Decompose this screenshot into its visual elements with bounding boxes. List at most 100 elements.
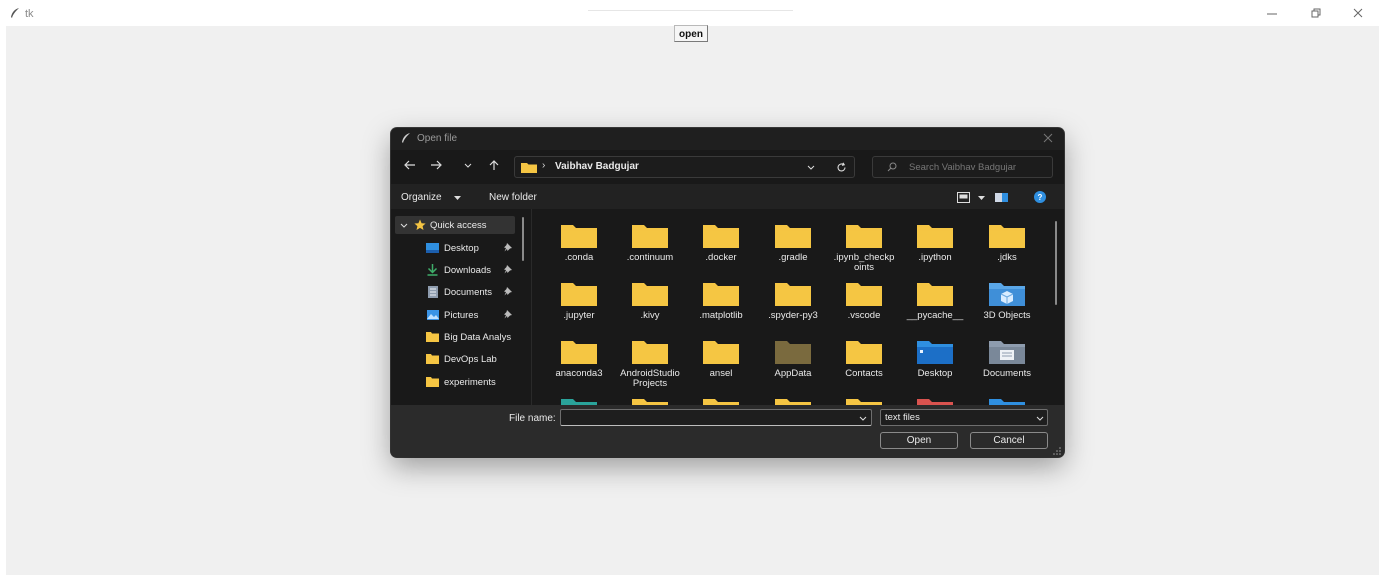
navigation-pane: Quick access Desktop Downloads Documents… [391, 209, 529, 405]
close-icon [1353, 8, 1363, 18]
file-item[interactable]: .docker [688, 223, 754, 263]
file-item-partial[interactable] [902, 397, 968, 405]
file-item[interactable]: .ipynb_checkpoints [831, 223, 897, 273]
organize-menu[interactable]: Organize [401, 192, 442, 203]
file-item[interactable]: .continuum [617, 223, 683, 263]
nav-label: Big Data Analys [444, 332, 512, 343]
chevron-down-icon[interactable] [400, 223, 408, 228]
nav-label: Desktop [444, 243, 479, 254]
chevron-down-icon[interactable] [978, 196, 985, 200]
nav-item-documents[interactable]: Documents [391, 283, 517, 301]
nav-item-devops-lab[interactable]: DevOps Lab [391, 350, 517, 368]
nav-item-big-data[interactable]: Big Data Analys [391, 328, 517, 346]
refresh-icon[interactable] [836, 162, 847, 173]
file-item[interactable]: AppData [760, 339, 826, 379]
folder-icon [426, 354, 439, 364]
nav-item-desktop[interactable]: Desktop [391, 239, 517, 257]
file-item[interactable]: AndroidStudioProjects [617, 339, 683, 389]
file-item[interactable]: .kivy [617, 281, 683, 321]
nav-item-pictures[interactable]: Pictures [391, 306, 517, 324]
star-icon [414, 219, 426, 230]
file-item[interactable]: .spyder-py3 [760, 281, 826, 321]
file-item-partial[interactable] [617, 397, 683, 405]
file-item-partial[interactable] [831, 397, 897, 405]
breadcrumb-separator: › [542, 160, 546, 171]
file-name: .spyder-py3 [768, 310, 818, 321]
file-item[interactable]: .jdks [974, 223, 1040, 263]
cancel-button[interactable]: Cancel [970, 432, 1048, 449]
up-arrow-icon[interactable] [489, 160, 499, 171]
file-name: .jupyter [563, 310, 595, 321]
pin-icon[interactable] [504, 243, 512, 252]
pin-icon[interactable] [504, 310, 512, 319]
file-item[interactable]: __pycache__ [902, 281, 968, 321]
file-name: anaconda3 [555, 368, 603, 379]
file-item[interactable]: 3D Objects [974, 281, 1040, 321]
nav-item-experiments[interactable]: experiments [391, 373, 517, 391]
open-file-button[interactable]: Open [880, 432, 958, 449]
close-icon[interactable] [1043, 133, 1053, 143]
nav-item-downloads[interactable]: Downloads [391, 261, 517, 279]
chevron-down-icon[interactable] [859, 416, 867, 421]
close-button[interactable] [1344, 4, 1372, 22]
folder-icon [632, 283, 668, 306]
file-item-partial[interactable] [974, 397, 1040, 405]
folder-icon [775, 399, 811, 405]
file-type-select[interactable]: text files [880, 409, 1048, 426]
file-item-partial[interactable] [688, 397, 754, 405]
open-button[interactable]: open [674, 25, 708, 42]
folder-icon [426, 377, 439, 387]
file-item[interactable]: ansel [688, 339, 754, 379]
file-item[interactable]: .matplotlib [688, 281, 754, 321]
file-name-input[interactable] [560, 409, 872, 426]
folder-icon [917, 283, 953, 306]
search-box[interactable]: Search Vaibhav Badgujar [872, 156, 1053, 178]
restore-button[interactable] [1302, 4, 1330, 22]
file-name: .gradle [778, 252, 808, 263]
file-item[interactable]: .ipython [902, 223, 968, 263]
preview-pane-icon[interactable] [995, 193, 1008, 202]
file-item[interactable]: anaconda3 [546, 339, 612, 379]
help-icon[interactable]: ? [1034, 191, 1046, 203]
minimize-button[interactable] [1258, 4, 1286, 22]
desktop-icon [426, 243, 439, 253]
file-item[interactable]: Documents [974, 339, 1040, 379]
pin-icon[interactable] [504, 287, 512, 296]
file-name: AndroidStudioProjects [620, 368, 680, 389]
back-arrow-icon[interactable] [404, 160, 416, 170]
download-icon [427, 264, 438, 276]
address-bar[interactable]: › Vaibhav Badgujar [514, 156, 855, 178]
folder-icon [632, 399, 668, 405]
folder-icon [703, 283, 739, 306]
file-name: Documents [982, 368, 1032, 379]
file-item[interactable]: .conda [546, 223, 612, 263]
nav-scrollbar[interactable] [522, 217, 524, 261]
new-folder-button[interactable]: New folder [489, 192, 537, 203]
dialog-titlebar: Open file [391, 128, 1064, 150]
pin-icon[interactable] [504, 265, 512, 274]
file-item[interactable]: Desktop [902, 339, 968, 379]
file-item[interactable]: Contacts [831, 339, 897, 379]
nav-item-quick-access[interactable]: Quick access [395, 216, 515, 234]
file-item-partial[interactable] [546, 397, 612, 405]
forward-arrow-icon[interactable] [430, 160, 442, 170]
chevron-down-icon[interactable] [454, 196, 461, 200]
file-item[interactable]: .jupyter [546, 281, 612, 321]
file-item[interactable]: .vscode [831, 281, 897, 321]
file-item-partial[interactable] [760, 397, 826, 405]
breadcrumb-current[interactable]: Vaibhav Badgujar [555, 161, 639, 172]
recent-locations-chevron-icon[interactable] [464, 163, 472, 168]
folder-icon [775, 283, 811, 306]
folder-icon [521, 163, 537, 173]
nav-label: experiments [444, 377, 496, 388]
folder-icon [426, 332, 439, 342]
chevron-down-icon[interactable] [807, 165, 815, 170]
chevron-down-icon[interactable] [1036, 416, 1044, 421]
file-item[interactable]: .gradle [760, 223, 826, 263]
folder-icon [775, 341, 811, 364]
3d-objects-icon [989, 283, 1025, 306]
folder-icon [703, 399, 739, 405]
resize-grip-icon[interactable] [1053, 447, 1061, 455]
file-list-scrollbar[interactable] [1055, 221, 1057, 305]
view-options-icon[interactable] [957, 192, 970, 203]
